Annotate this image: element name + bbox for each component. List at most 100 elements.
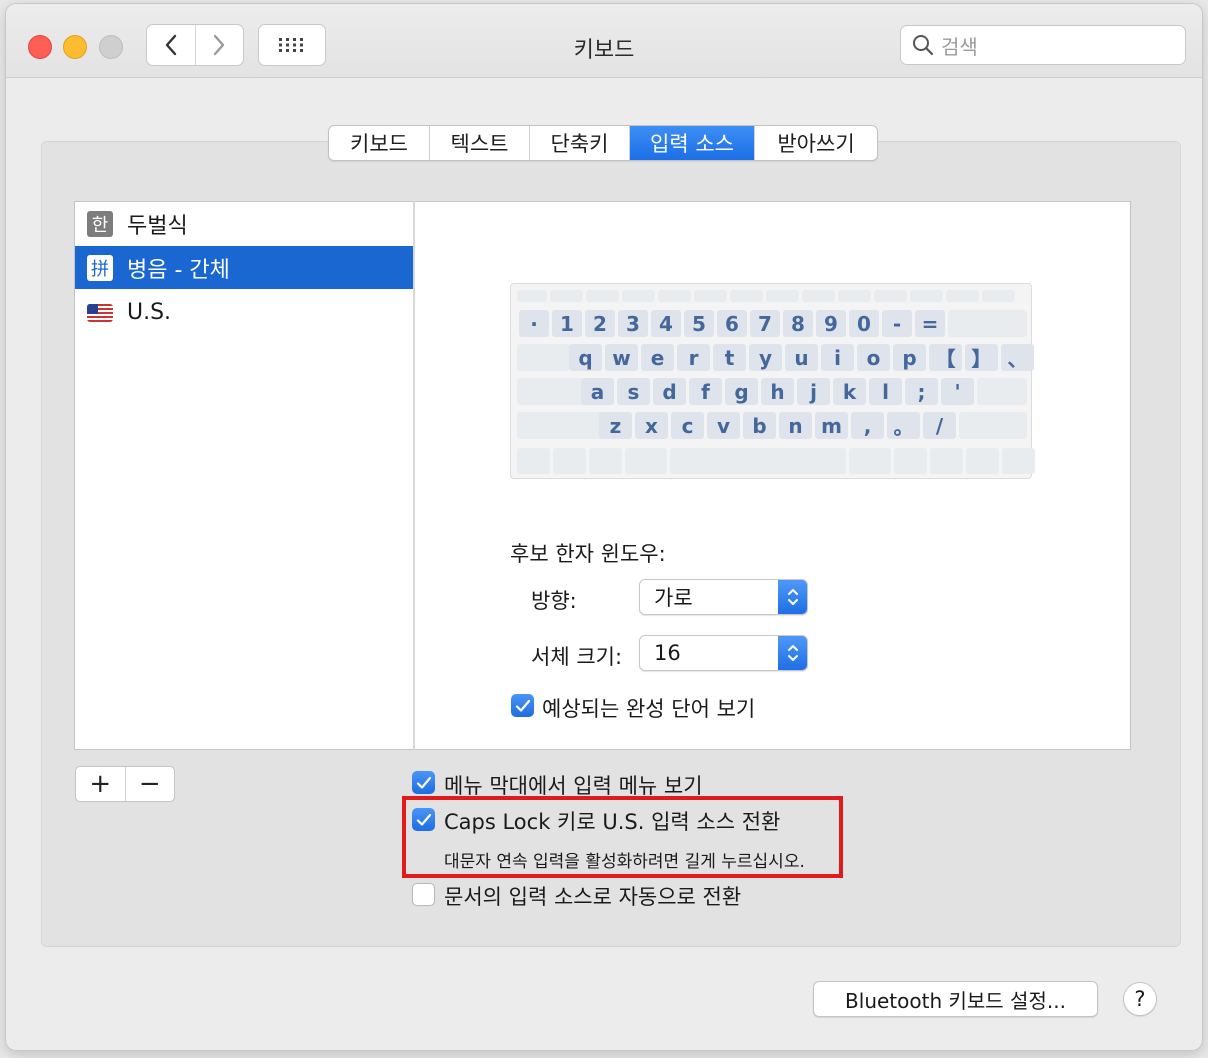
keyboard-key: g [725,378,758,405]
updown-arrows-icon [778,636,807,670]
keyboard-blank-key [658,290,691,302]
keyboard-key: 、 [1001,344,1034,371]
remove-input-source-button[interactable]: − [124,767,175,801]
forward-button[interactable] [194,25,244,65]
keyboard-key: 5 [684,310,714,337]
keyboard-blank-key [966,448,999,474]
keyboard-blank-key [910,290,943,302]
keyboard-blank-key [802,290,835,302]
font-size-popup[interactable]: 16 [639,635,808,671]
list-item[interactable]: 한 두벌식 [75,202,413,245]
keyboard-blank-key [946,290,979,302]
keyboard-key: u [785,344,818,371]
candidate-window-title: 후보 한자 윈도우: [510,542,666,566]
keyboard-key: v [707,412,740,439]
back-button[interactable] [147,25,195,65]
auto-switch-checkbox[interactable] [412,883,435,906]
keyboard-key: n [779,412,812,439]
minimize-window-button[interactable] [63,35,87,59]
keyboard-blank-key [977,378,1027,405]
keyboard-blank-key [959,412,1027,439]
caps-lock-hint: 대문자 연속 입력을 활성화하려면 길게 누르십시오. [444,852,805,872]
keyboard-key: = [915,310,945,337]
keyboard-blank-key [517,290,547,302]
search-field[interactable]: 검색 [900,25,1186,65]
keyboard-key: 3 [618,310,648,337]
checkmark-icon [416,813,431,826]
keyboard-key: r [677,344,710,371]
keyboard-key: 【 [929,344,962,371]
font-size-value: 16 [654,641,681,665]
predictive-checkbox[interactable] [511,694,534,717]
keyboard-key: d [653,378,686,405]
tab-bar: 키보드 텍스트 단축키 입력 소스 받아쓰기 [328,125,878,161]
keyboard-key: x [635,412,668,439]
keyboard-key: s [617,378,650,405]
direction-popup[interactable]: 가로 [639,579,808,615]
keyboard-key: t [713,344,746,371]
list-item-label: U.S. [127,300,172,325]
keyboard-layout-preview: · 1 2 3 4 5 6 7 8 9 0- = q w e r t y u i o p 【】、 a s d f g h j k l; ' z x c… [510,283,1035,479]
keyboard-blank-key [849,448,891,474]
zoom-window-button[interactable] [99,35,123,59]
keyboard-key: p [893,344,926,371]
list-item[interactable]: 拼 병음 - 간체 [75,246,413,289]
keyboard-key: · [519,310,549,337]
keyboard-key: e [641,344,674,371]
keyboard-blank-key [670,448,846,474]
help-button[interactable]: ? [1123,982,1157,1016]
keyboard-blank-key [517,448,550,474]
keyboard-key: m [815,412,848,439]
keyboard-blank-key [517,344,570,371]
direction-value: 가로 [654,586,693,610]
keyboard-key: 。 [887,412,920,439]
keyboard-key: 4 [651,310,681,337]
keyboard-blank-key [517,412,604,439]
caps-lock-checkbox[interactable] [412,808,435,831]
tab-shortcuts[interactable]: 단축키 [530,126,630,160]
search-placeholder: 검색 [941,34,978,59]
chevron-left-icon [165,34,176,56]
font-size-label: 서체 크기: [531,645,623,669]
tab-text[interactable]: 텍스트 [430,126,530,160]
checkmark-icon [515,699,530,712]
caps-lock-label: Caps Lock 키로 U.S. 입력 소스 전환 [444,810,781,834]
keyboard-blank-key [694,290,727,302]
keyboard-key: 6 [717,310,747,337]
tab-dictation[interactable]: 받아쓰기 [755,126,877,160]
title-bar: 키보드 검색 [6,4,1202,78]
close-window-button[interactable] [28,35,52,59]
keyboard-blank-key [982,290,1015,302]
keyboard-preferences-window: 키보드 검색 키보드 텍스트 단축키 입력 소스 받아쓰기 한 두벌식 拼 병음… [6,4,1202,1050]
keyboard-key: f [689,378,722,405]
keyboard-blank-key [894,448,927,474]
keyboard-key: 1 [552,310,582,337]
list-divider [413,201,415,750]
keyboard-blank-key [589,448,622,474]
input-source-list: 한 두벌식 拼 병음 - 간체 U.S. [74,201,414,750]
show-all-button[interactable] [258,24,326,66]
predictive-label: 예상되는 완성 단어 보기 [542,697,756,721]
tab-input-sources[interactable]: 입력 소스 [630,126,755,160]
bluetooth-keyboard-setup-button[interactable]: Bluetooth 키보드 설정... [813,981,1098,1017]
add-input-source-button[interactable]: + [76,767,125,801]
keyboard-blank-key [586,290,619,302]
keyboard-key: 8 [783,310,813,337]
keyboard-key: a [581,378,614,405]
keyboard-blank-key [553,448,586,474]
list-item[interactable]: U.S. [75,291,413,334]
keyboard-key: 2 [585,310,615,337]
keyboard-key: 0 [849,310,879,337]
updown-arrows-icon [778,580,807,614]
keyboard-key: w [605,344,638,371]
keyboard-key: z [599,412,632,439]
keyboard-key: i [821,344,854,371]
tab-keyboard[interactable]: 키보드 [329,126,430,160]
keyboard-key: q [569,344,602,371]
chevron-right-icon [214,34,225,56]
keyboard-blank-key [550,290,583,302]
keyboard-blank-key [625,448,667,474]
keyboard-key: o [857,344,890,371]
keyboard-blank-key [874,290,907,302]
show-menu-checkbox[interactable] [412,771,435,794]
